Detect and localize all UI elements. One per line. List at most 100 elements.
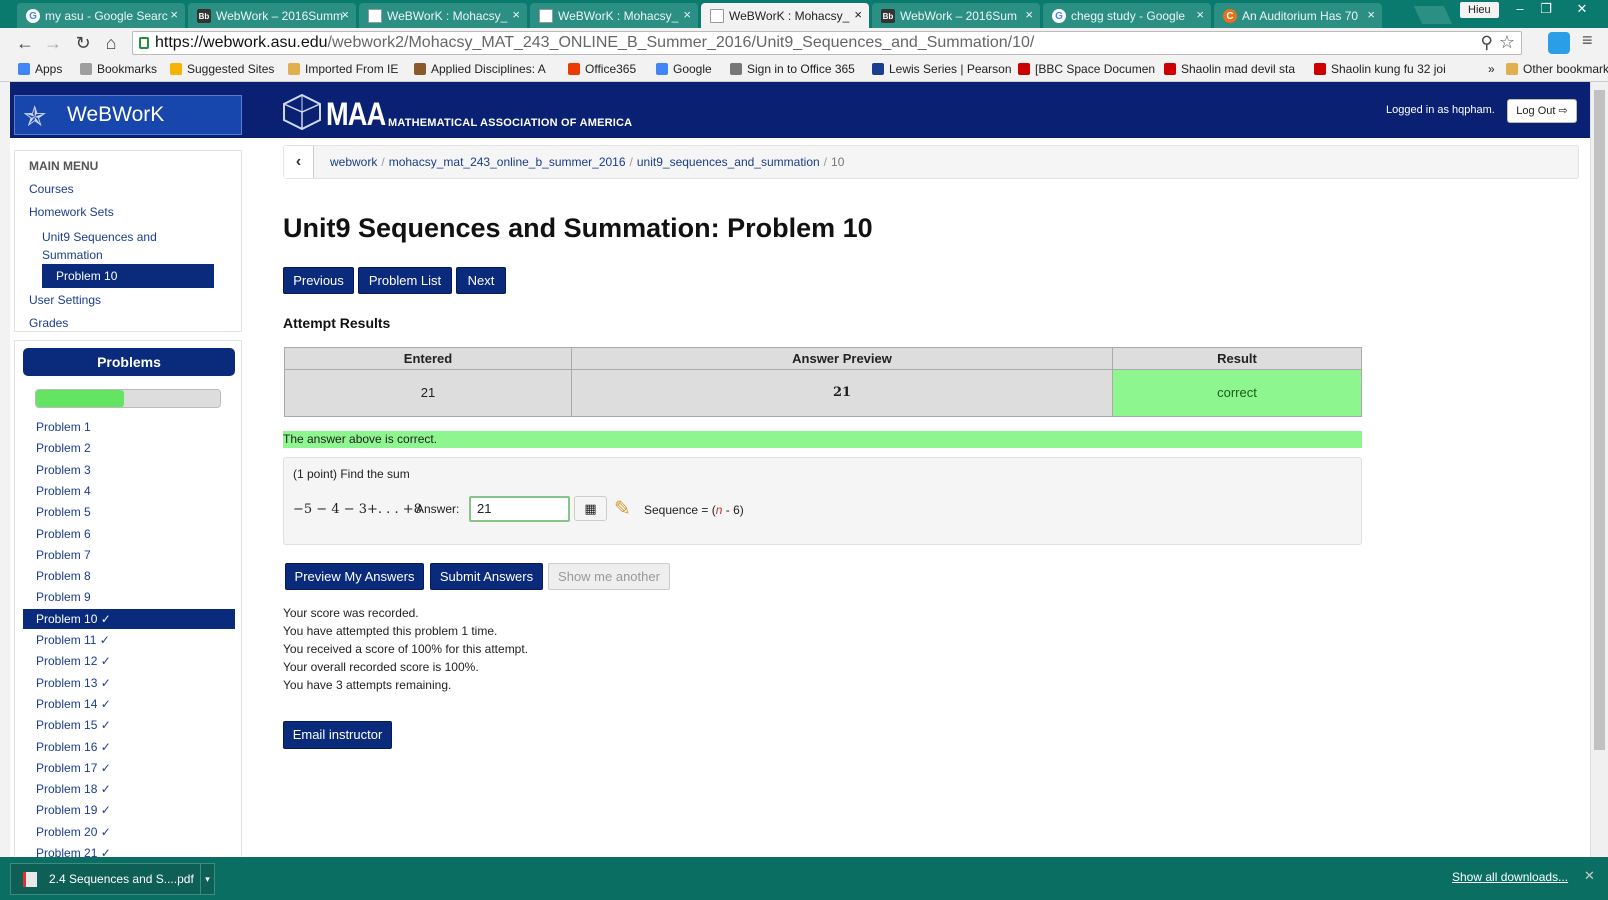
menu-grades-link[interactable]: Grades xyxy=(29,316,68,330)
previous-button[interactable]: Previous xyxy=(283,267,354,294)
problem-list-item[interactable]: Problem 15 ✓ xyxy=(23,715,235,735)
close-tab-icon[interactable]: × xyxy=(170,7,178,22)
problem-list-item[interactable]: Problem 14 ✓ xyxy=(23,694,235,714)
bookmark-item[interactable]: Bookmarks xyxy=(80,62,157,76)
bookmark-item[interactable]: » xyxy=(1488,62,1495,76)
address-bar[interactable]: https://webwork.asu.edu/webwork2/Mohacsy… xyxy=(132,31,1522,55)
close-tab-icon[interactable]: × xyxy=(1025,7,1033,22)
profile-button[interactable]: Hieu xyxy=(1460,2,1499,18)
menu-current-problem[interactable]: Problem 10 xyxy=(42,264,214,288)
close-tab-icon[interactable]: × xyxy=(341,7,349,22)
problem-list-item[interactable]: Problem 5 xyxy=(23,502,235,522)
problem-list-item[interactable]: Problem 12 ✓ xyxy=(23,651,235,671)
close-downloads-icon[interactable]: ✕ xyxy=(1584,868,1595,884)
next-button[interactable]: Next xyxy=(456,267,506,294)
webwork-brand[interactable]: ✯ WeBWorK xyxy=(14,95,242,135)
problem-list-item[interactable]: Problem 7 xyxy=(23,545,235,565)
problem-list-item[interactable]: Problem 3 xyxy=(23,460,235,480)
problem-list-item[interactable]: Problem 16 ✓ xyxy=(23,737,235,757)
problem-list-item[interactable]: Problem 6 xyxy=(23,524,235,544)
bookmark-item[interactable]: Suggested Sites xyxy=(170,62,274,76)
bookmark-item[interactable]: [BBC Space Documen xyxy=(1018,62,1155,76)
problem-list-button[interactable]: Problem List xyxy=(358,267,452,294)
back-icon[interactable]: ← xyxy=(14,32,36,54)
breadcrumb-current: 10 xyxy=(831,155,845,169)
minimize-icon[interactable]: – xyxy=(1508,0,1532,18)
close-tab-icon[interactable]: × xyxy=(854,7,862,22)
close-window-icon[interactable]: ✕ xyxy=(1570,0,1594,18)
menu-courses-link[interactable]: Courses xyxy=(29,182,74,196)
problem-list-item[interactable]: Problem 2 xyxy=(23,438,235,458)
problem-list-item[interactable]: Problem 9 xyxy=(23,587,235,607)
logout-button[interactable]: Log Out ⇨ xyxy=(1507,99,1577,123)
problems-button[interactable]: Problems xyxy=(23,348,235,376)
reload-icon[interactable]: ↻ xyxy=(72,32,94,54)
chevron-down-icon[interactable]: ▾ xyxy=(200,864,214,894)
close-tab-icon[interactable]: × xyxy=(1196,7,1204,22)
breadcrumb-link[interactable]: unit9_sequences_and_summation xyxy=(637,155,820,169)
bookmark-item[interactable]: Apps xyxy=(18,62,62,76)
extension-icon[interactable] xyxy=(1548,32,1570,54)
menu-homework-sets-link[interactable]: Homework Sets xyxy=(29,205,114,219)
problem-list-item[interactable]: Problem 8 xyxy=(23,566,235,586)
show-me-another-button[interactable]: Show me another xyxy=(548,563,670,590)
answer-input[interactable]: 21 xyxy=(469,496,570,522)
main-menu-title: MAIN MENU xyxy=(29,159,99,173)
problem-list-item[interactable]: Problem 17 ✓ xyxy=(23,758,235,778)
problem-list-item[interactable]: Problem 18 ✓ xyxy=(23,779,235,799)
bookmark-item[interactable]: Imported From IE xyxy=(288,62,398,76)
problem-list-item[interactable]: Problem 10 ✓ xyxy=(23,608,235,629)
breadcrumb-link[interactable]: webwork xyxy=(330,155,377,169)
browser-tab[interactable]: C An Auditorium Has 70 × xyxy=(1214,3,1382,28)
problem-list-item[interactable]: Problem 20 ✓ xyxy=(23,822,235,842)
browser-tab[interactable]: WeBWorK : Mohacsy_ × xyxy=(701,3,869,28)
equation-editor-button[interactable]: ▦ xyxy=(574,496,607,521)
email-instructor-button[interactable]: Email instructor xyxy=(283,721,392,749)
problem-list-item[interactable]: Problem 1 xyxy=(23,417,235,437)
submit-answers-button[interactable]: Submit Answers xyxy=(430,563,543,590)
attempt-results-title: Attempt Results xyxy=(283,315,391,331)
bookmark-item[interactable]: Google xyxy=(656,62,712,76)
zoom-icon[interactable]: ⚲ xyxy=(1481,33,1493,53)
header-answer-preview: Answer Preview xyxy=(572,348,1113,370)
bookmark-item[interactable]: Lewis Series | Pearson xyxy=(872,62,1012,76)
download-file-name: 2.4 Sequences and S....pdf xyxy=(49,872,194,886)
scrollbar-thumb[interactable] xyxy=(1594,90,1605,750)
bookmark-item[interactable]: Applied Disciplines: A xyxy=(414,62,546,76)
browser-tab[interactable]: Gchegg study - Google × xyxy=(1043,3,1211,28)
download-item[interactable]: 2.4 Sequences and S....pdf ▾ xyxy=(10,863,215,895)
problem-list-item[interactable]: Problem 11 ✓ xyxy=(23,630,235,650)
bookmark-icon xyxy=(170,63,182,75)
close-tab-icon[interactable]: × xyxy=(1367,7,1375,22)
menu-set-link[interactable]: Unit9 Sequences and Summation xyxy=(42,228,192,264)
browser-menu-icon[interactable]: ≡ xyxy=(1582,30,1593,51)
preview-answers-button[interactable]: Preview My Answers xyxy=(285,563,424,590)
browser-tab[interactable]: WeBWorK : Mohacsy_ × xyxy=(530,3,698,28)
page-scrollbar[interactable] xyxy=(1590,82,1608,857)
browser-tab[interactable]: WeBWorK : Mohacsy_ × xyxy=(359,3,527,28)
close-tab-icon[interactable]: × xyxy=(512,7,520,22)
bookmark-item[interactable]: Sign in to Office 365 xyxy=(730,62,855,76)
problem-list-item[interactable]: Problem 19 ✓ xyxy=(23,800,235,820)
home-icon[interactable]: ⌂ xyxy=(100,32,122,54)
bookmark-item[interactable]: Shaolin kung fu 32 joi xyxy=(1314,62,1446,76)
bookmark-item[interactable]: Shaolin mad devil sta xyxy=(1164,62,1295,76)
problem-list-item[interactable]: Problem 13 ✓ xyxy=(23,673,235,693)
forward-icon[interactable]: → xyxy=(42,32,64,54)
browser-tab[interactable]: Bb WebWork – 2016Sum × xyxy=(872,3,1040,28)
browser-tab[interactable]: Bb WebWork – 2016Summ × xyxy=(188,3,356,28)
breadcrumb-back-button[interactable]: ‹ xyxy=(284,146,314,178)
close-tab-icon[interactable]: × xyxy=(683,7,691,22)
pencil-icon[interactable]: ✎ xyxy=(614,496,631,521)
bookmark-star-icon[interactable]: ☆ xyxy=(1499,32,1515,53)
show-all-downloads-link[interactable]: Show all downloads... xyxy=(1452,870,1568,884)
menu-user-settings-link[interactable]: User Settings xyxy=(29,293,101,307)
problem-list-item[interactable]: Problem 4 xyxy=(23,481,235,501)
browser-tab[interactable]: Gmy asu - Google Searc × xyxy=(17,3,185,28)
restore-icon[interactable]: ❐ xyxy=(1534,0,1558,18)
bookmark-item[interactable]: Office365 xyxy=(568,62,636,76)
status-line: You have attempted this problem 1 time. xyxy=(283,624,498,638)
breadcrumb-link[interactable]: mohacsy_mat_243_online_b_summer_2016 xyxy=(389,155,626,169)
bookmark-item[interactable]: Other bookmarks xyxy=(1506,62,1608,76)
bookmark-icon xyxy=(80,63,92,75)
